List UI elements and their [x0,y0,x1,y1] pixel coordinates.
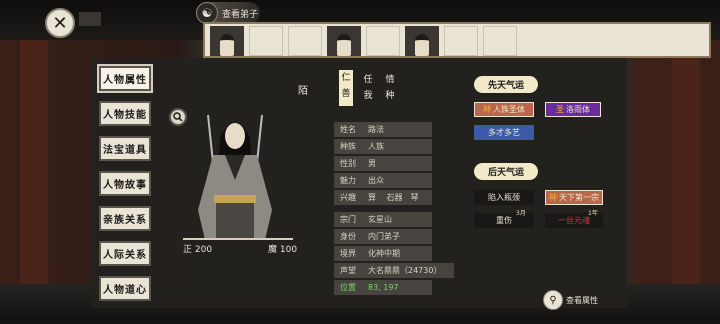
fortune-label: 洛雨体 [566,105,590,114]
tab-relations[interactable]: 人际关系 [99,241,151,266]
roster-slot[interactable] [288,26,322,56]
tab-items[interactable]: 法宝道具 [99,136,151,161]
disciple-avatar [337,34,351,56]
righteous-value: 正 200 [183,245,213,255]
fortune-tag[interactable]: 圣洛雨体 [545,102,601,117]
innate-fortune-title: 先天气运 [474,76,538,93]
info-row-hobby: 兴趣 算 石器 琴 [334,190,432,205]
fortune-tag[interactable]: 多才多艺 [474,125,534,140]
info-row-location[interactable]: 位置 83, 197 [334,280,432,295]
trait-char: 善 [341,89,351,99]
fortune-icon: 神 [549,193,557,202]
trait-char: 我 [363,91,373,101]
top-badge [79,12,101,26]
name-mark: 陌 [298,86,308,97]
info-value: 玄星山 [368,215,392,224]
info-value: 人族 [368,142,384,151]
info-row-sect: 宗门 玄星山 [334,212,432,227]
fortune-icon: 神 [483,105,491,114]
pillar-right [672,40,700,290]
magnifier-icon: ⚲ [543,290,563,310]
info-value: 内门弟子 [368,232,400,241]
info-key: 性别 [340,159,356,168]
fortune-tag[interactable]: 神人族圣体 [474,102,534,117]
fortune-tag[interactable]: 神天下第一宗 [545,190,603,205]
character-portrait [198,114,272,240]
tab-skills[interactable]: 人物技能 [99,101,151,126]
fortune-tag[interactable]: 陷入瓶颈 [474,190,534,205]
tab-dao-heart[interactable]: 人物道心 [99,276,151,301]
tab-attributes[interactable]: 人物属性 [99,66,151,91]
info-row-gender: 性别 男 [334,156,432,171]
demonic-value: 魔 100 [268,245,298,255]
disciple-roster [203,22,711,58]
info-key: 姓名 [340,125,356,134]
close-button[interactable]: ✕ [45,8,75,38]
roster-slot[interactable] [444,26,478,56]
trait-column: 任 我 [361,72,375,104]
info-value: 路法 [368,125,384,134]
roster-slot[interactable] [366,26,400,56]
disciple-avatar [415,34,429,56]
trait-char: 任 [363,75,373,85]
info-key: 魅力 [340,176,356,185]
info-key: 兴趣 [340,193,356,202]
info-value: 出众 [368,176,384,185]
duration-note: 1年 [588,210,598,217]
acquired-fortune-title: 后天气运 [474,163,538,180]
fortune-label: 天下第一宗 [559,193,599,202]
info-row-name: 姓名 路法 [334,122,432,137]
info-value: 算 石器 琴 [368,193,419,202]
trait-column: 情 种 [383,72,397,104]
trait-char: 情 [385,75,395,85]
trait-char: 仁 [341,73,351,83]
side-tabs: 人物属性 人物技能 法宝道具 人物故事 亲族关系 人际关系 人物道心 [99,66,151,301]
info-row-realm: 境界 化神中期 [334,246,432,261]
tab-story[interactable]: 人物故事 [99,171,151,196]
alignment-bar [183,238,293,240]
info-row-status: 身份 内门弟子 [334,229,432,244]
sect-info: 宗门 玄星山 身份 内门弟子 境界 化神中期 声望 大名鼎鼎（24730） 位置 83, … [334,212,454,295]
duration-note: 3月 [516,210,526,217]
info-value: 化神中期 [368,249,400,258]
tab-title: 查看弟子 [222,9,259,20]
info-row-charm: 魅力 出众 [334,173,432,188]
roster-slot[interactable] [405,26,439,56]
tab-family[interactable]: 亲族关系 [99,206,151,231]
close-icon: ✕ [52,12,68,34]
inspect-attributes-button[interactable]: ⚲ 查看属性 [543,290,598,310]
info-value: 男 [368,159,376,168]
roster-slot[interactable] [249,26,283,56]
pillar-left [20,40,48,290]
disciple-icon: ☯ [196,2,218,24]
fortune-icon: 圣 [556,105,564,114]
info-key: 境界 [340,249,356,258]
info-row-reputation: 声望 大名鼎鼎（24730） [334,263,454,278]
info-value: 83, 197 [368,283,399,292]
info-row-race: 种族 人族 [334,139,432,154]
disciple-avatar [220,34,234,56]
trait-char: 种 [385,91,395,101]
trait-highlight: 仁 善 [339,70,353,106]
info-key: 位置 [340,283,356,292]
basic-info: 姓名 路法 种族 人族 性别 男 魅力 出众 兴趣 算 石器 琴 [334,122,432,205]
info-value: 大名鼎鼎（24730） [368,266,442,275]
view-disciples-tab[interactable]: ☯ 查看弟子 [196,2,260,24]
roster-slot[interactable] [210,26,244,56]
info-key: 身份 [340,232,356,241]
inspect-label: 查看属性 [566,295,598,305]
roster-slot[interactable] [483,26,517,56]
info-key: 宗门 [340,215,356,224]
fortune-label: 人族圣体 [493,105,525,114]
info-key: 种族 [340,142,356,151]
info-key: 声望 [340,266,356,275]
roster-slot[interactable] [327,26,361,56]
